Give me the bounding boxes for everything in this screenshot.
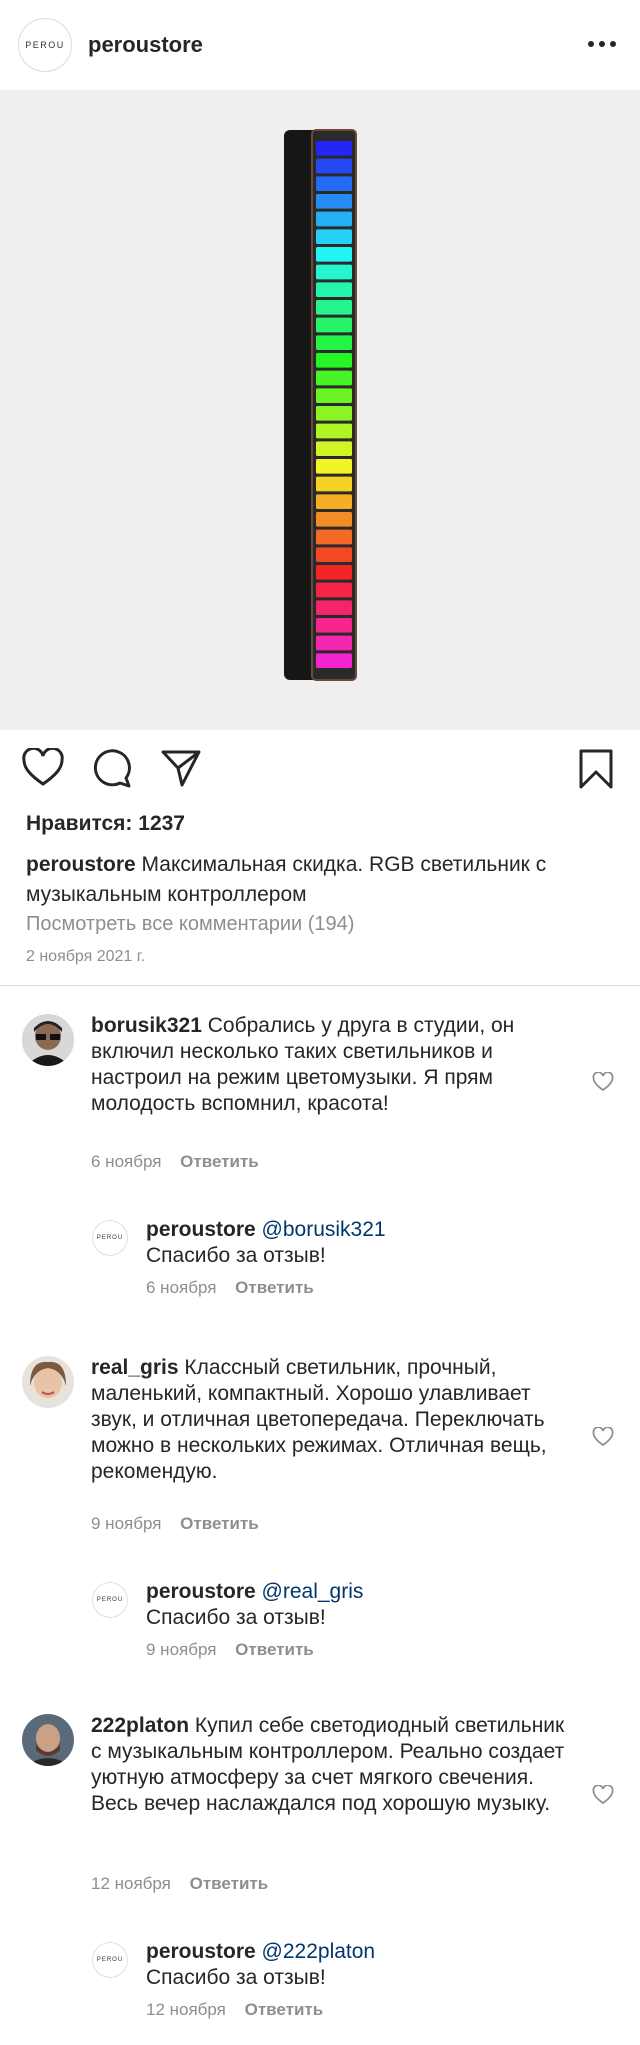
comment-text: borusik321 Собрались у друга в студии, о…	[91, 1014, 515, 1115]
lamp-segment	[316, 582, 352, 598]
reply-button[interactable]: Ответить	[180, 1152, 259, 1171]
lamp-segment	[316, 459, 352, 474]
store-avatar-small[interactable]: PEROU	[92, 1942, 128, 1978]
lamp-segment	[316, 282, 352, 297]
header-username[interactable]: peroustore	[88, 32, 203, 58]
comment-username[interactable]: borusik321	[91, 1014, 202, 1037]
comment-username[interactable]: 222platon	[91, 1714, 189, 1737]
reply-text: peroustore @222platon Спасибо за отзыв!	[146, 1940, 376, 1989]
like-comment-icon[interactable]	[592, 1785, 614, 1805]
lamp-segment	[316, 653, 352, 668]
share-icon[interactable]	[160, 748, 202, 788]
comment-meta: 12 ноября Ответить	[91, 1874, 268, 1894]
lamp-segment	[316, 353, 352, 368]
lamp-segment	[316, 335, 352, 350]
reply-button[interactable]: Ответить	[180, 1514, 259, 1533]
reply-text: peroustore @real_gris Спасибо за отзыв!	[146, 1580, 364, 1629]
lamp-segment	[316, 176, 352, 191]
rgb-lamp-image	[284, 129, 357, 681]
like-comment-icon[interactable]	[592, 1427, 614, 1447]
reply-button[interactable]: Ответить	[190, 1874, 269, 1893]
lamp-segment	[316, 388, 352, 403]
comment-meta: 9 ноября Ответить	[91, 1514, 259, 1534]
lamp-segment	[316, 141, 352, 156]
post-photo[interactable]	[0, 90, 640, 730]
lamp-segment	[316, 635, 352, 651]
lamp-segment	[316, 423, 352, 439]
user-photo-icon	[22, 1356, 74, 1408]
divider	[0, 985, 640, 986]
lamp-segment	[316, 370, 352, 386]
lamp-segment	[316, 476, 352, 492]
logo-text: PEROU	[25, 40, 65, 50]
lamp-segment	[316, 441, 352, 456]
lamp-segment	[316, 406, 352, 421]
comment-date: 12 ноября	[91, 1874, 171, 1893]
lamp-segment	[316, 229, 352, 244]
view-all-comments-link[interactable]: Посмотреть все комментарии (194)	[26, 913, 354, 936]
reply-button[interactable]: Ответить	[235, 1278, 314, 1297]
like-comment-icon[interactable]	[592, 1072, 614, 1092]
store-avatar-small[interactable]: PEROU	[92, 1582, 128, 1618]
lamp-segment	[316, 317, 352, 333]
bookmark-icon[interactable]	[578, 748, 614, 790]
lamp-segment	[316, 300, 352, 315]
comment-date: 6 ноября	[91, 1152, 162, 1171]
user-photo-icon	[22, 1714, 74, 1766]
lamp-segment	[316, 618, 352, 633]
avatar[interactable]	[22, 1714, 74, 1766]
reply-button[interactable]: Ответить	[245, 2000, 324, 2019]
lamp-segment	[316, 247, 352, 262]
comment-username[interactable]: real_gris	[91, 1356, 179, 1379]
comment-date: 9 ноября	[91, 1514, 162, 1533]
lamp-segment	[316, 211, 352, 227]
reply-meta: 9 ноября Ответить	[146, 1640, 314, 1659]
store-avatar-small[interactable]: PEROU	[92, 1220, 128, 1256]
lamp-segment	[316, 529, 352, 545]
reply-username[interactable]: peroustore	[146, 1580, 256, 1603]
avatar[interactable]	[22, 1014, 74, 1066]
more-horizontal-icon[interactable]	[588, 34, 616, 54]
post-actions	[0, 748, 640, 794]
lamp-segment	[316, 494, 352, 509]
reply-text: peroustore @borusik321 Спасибо за отзыв!	[146, 1218, 386, 1267]
store-avatar[interactable]: PEROU	[18, 18, 72, 72]
reply-meta: 6 ноября Ответить	[146, 1278, 314, 1297]
lamp-segment	[316, 194, 352, 209]
caption-username[interactable]: peroustore	[26, 853, 136, 876]
reply-username[interactable]: peroustore	[146, 1940, 256, 1963]
reply-username[interactable]: peroustore	[146, 1218, 256, 1241]
post-date: 2 ноября 2021 г.	[26, 948, 146, 965]
avatar[interactable]	[22, 1356, 74, 1408]
comment-text: real_gris Классный светильник, прочный, …	[91, 1356, 547, 1483]
lamp-segment	[316, 158, 352, 174]
post-caption: peroustore Максимальная скидка. RGB свет…	[26, 850, 626, 910]
comment-meta: 6 ноября Ответить	[91, 1152, 259, 1172]
lamp-segment	[316, 512, 352, 527]
mention-link[interactable]: @real_gris	[262, 1580, 364, 1603]
lamp-segment	[316, 600, 352, 615]
mention-link[interactable]: @222platon	[262, 1940, 376, 1963]
reply-meta: 12 ноября Ответить	[146, 2000, 324, 2019]
reply-button[interactable]: Ответить	[235, 1640, 314, 1659]
comment-text: 222platon Купил себе светодиодный светил…	[91, 1714, 565, 1815]
comment-icon[interactable]	[92, 748, 132, 788]
user-photo-icon	[22, 1014, 74, 1066]
mention-link[interactable]: @borusik321	[262, 1218, 386, 1241]
lamp-segment	[316, 565, 352, 580]
lamp-segment	[316, 547, 352, 562]
lamp-segment	[316, 264, 352, 280]
likes-count[interactable]: Нравится: 1237	[26, 812, 185, 836]
post-header: PEROU peroustore	[0, 0, 640, 90]
heart-icon[interactable]	[22, 748, 64, 788]
